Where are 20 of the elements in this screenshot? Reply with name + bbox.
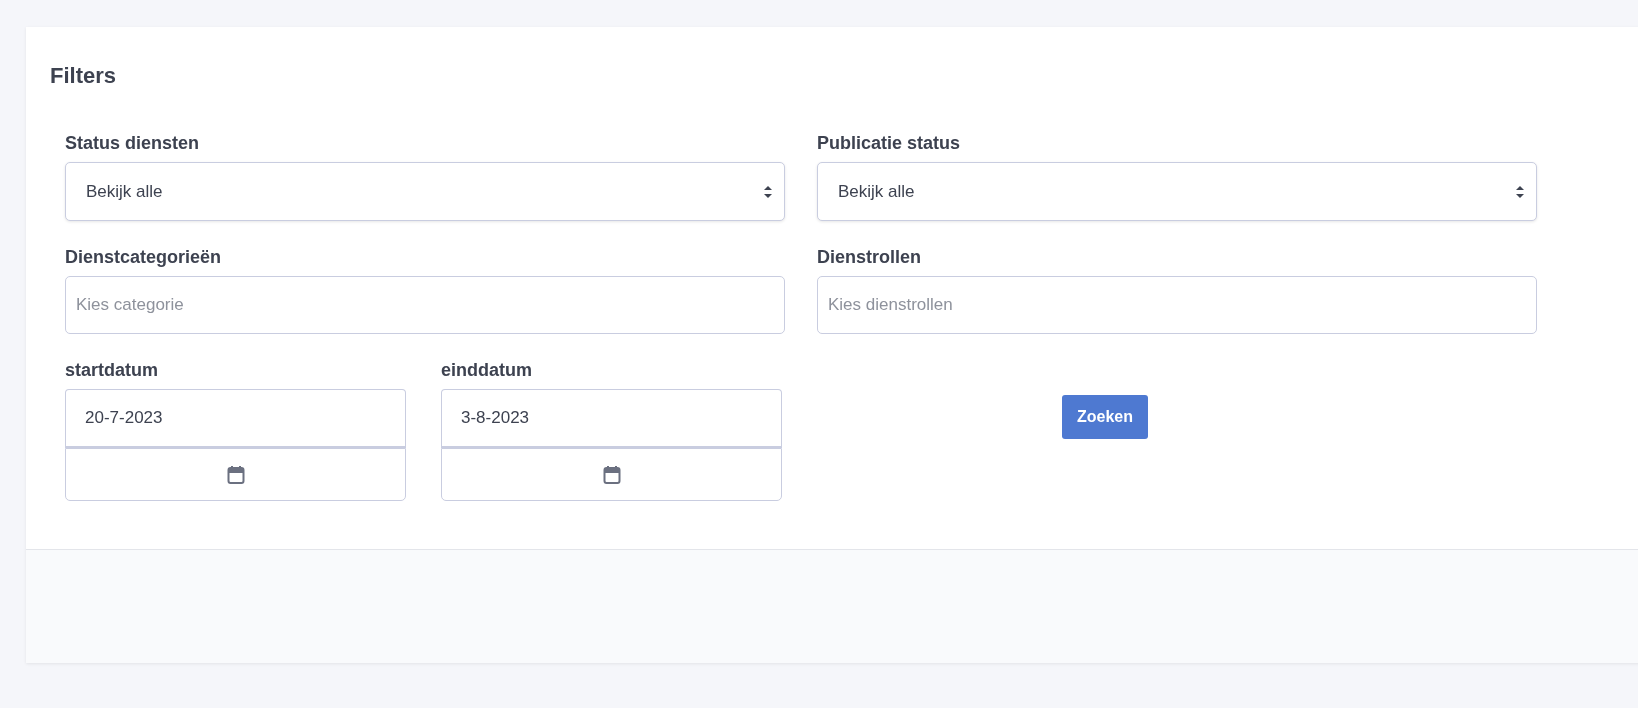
status-select[interactable]: Bekijk alle	[817, 162, 1537, 221]
field-label: startdatum	[65, 360, 158, 381]
status-select[interactable]: Bekijk alle	[65, 162, 785, 221]
search-button[interactable]: Zoeken	[1062, 395, 1148, 439]
calendar-icon	[226, 464, 245, 485]
card-title: Filters	[50, 63, 118, 89]
calendar-button[interactable]	[441, 448, 782, 501]
calendar-icon	[602, 464, 621, 485]
field-label: Dienstcategorieën	[65, 247, 222, 268]
field-label: Dienstrollen	[817, 247, 922, 268]
field-label: einddatum	[441, 360, 532, 381]
date-input[interactable]: 20-7-2023	[65, 389, 406, 448]
field-label: Status diensten	[65, 133, 200, 154]
input-field[interactable]: Kies categorie	[65, 276, 785, 334]
sort-arrows-icon	[1514, 183, 1526, 200]
field-label: Publicatie status	[817, 133, 961, 154]
date-input[interactable]: 3-8-2023	[441, 389, 782, 448]
sort-arrows-icon	[762, 183, 774, 200]
calendar-button[interactable]	[65, 448, 406, 501]
input-field[interactable]: Kies dienstrollen	[817, 276, 1537, 334]
